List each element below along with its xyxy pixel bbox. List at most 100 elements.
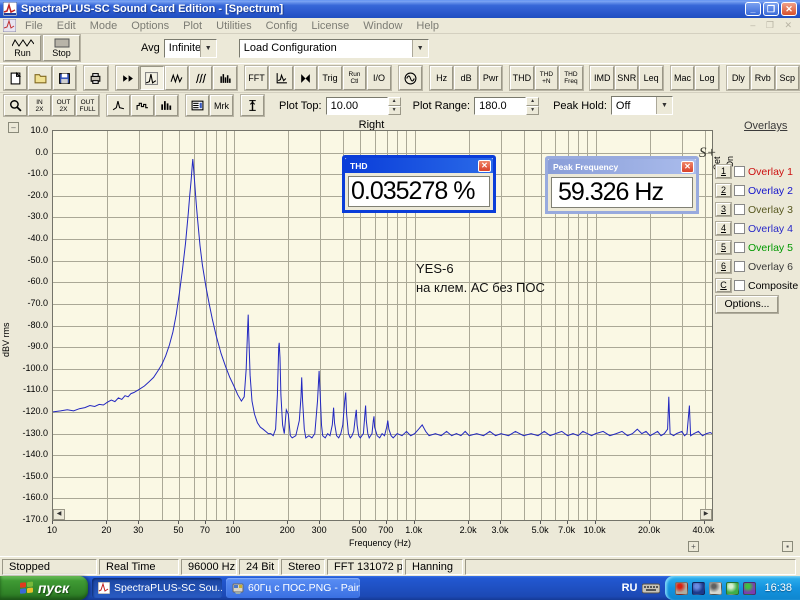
peak-hold-select[interactable]: Off ▼ (610, 96, 673, 115)
menu-window[interactable]: Window (356, 20, 409, 32)
spectrum-view-button[interactable] (138, 65, 165, 91)
generator-button[interactable] (397, 65, 424, 91)
list-view-button[interactable] (185, 94, 210, 117)
close-button[interactable]: ✕ (781, 2, 797, 16)
minimize-button[interactable]: _ (745, 2, 761, 16)
zoom-in-2x-button[interactable]: IN 2X (27, 94, 52, 117)
language-indicator[interactable]: RU (622, 582, 661, 594)
load-configuration-select[interactable]: Load Configuration ▼ (238, 38, 429, 58)
surface-view-button[interactable] (187, 65, 214, 91)
marker-button[interactable]: Mrk (209, 94, 234, 117)
print-button[interactable] (83, 65, 109, 91)
menu-mode[interactable]: Mode (83, 20, 125, 32)
db-button[interactable]: dB (453, 65, 479, 91)
delay-button[interactable]: Dly (725, 65, 752, 91)
new-button[interactable] (2, 65, 29, 91)
task-button-spectraplus[interactable]: SpectraPLUS-SC Sou... (92, 578, 222, 598)
chevron-down-icon: ▼ (655, 97, 672, 114)
thd-button[interactable]: THD (509, 65, 535, 91)
overlay-set-button-1[interactable]: 1 (715, 164, 732, 179)
menu-edit[interactable]: Edit (50, 20, 83, 32)
tray-scheduler-icon[interactable] (709, 581, 723, 595)
mdi-window-buttons[interactable]: – ❐ ✕ (750, 20, 796, 31)
overlay-set-button-5[interactable]: 5 (715, 240, 732, 255)
spectrogram-view-button[interactable] (212, 65, 238, 91)
overlay-set-button-4[interactable]: 4 (715, 221, 732, 236)
tray-antivirus-icon[interactable] (743, 581, 757, 595)
expand-plot-button[interactable]: + (688, 541, 699, 552)
start-button[interactable]: пуск (0, 576, 88, 600)
pan-left-button[interactable]: ◀ (53, 509, 65, 520)
menu-utilities[interactable]: Utilities (209, 20, 258, 32)
cursor-button[interactable] (240, 94, 265, 117)
peak-window-titlebar[interactable]: Peak Frequency ✕ (548, 159, 696, 174)
fft-settings-button[interactable]: FFT (243, 65, 270, 91)
io-button[interactable]: I/O (366, 65, 392, 91)
overlay-set-button-6[interactable]: 6 (715, 259, 732, 274)
y-tick-label: -140.0 (22, 449, 48, 460)
overlay-set-button-2[interactable]: 2 (715, 183, 732, 198)
imd-button[interactable]: IMD (589, 65, 615, 91)
open-button[interactable] (27, 65, 53, 91)
task-button-paint[interactable]: 60Гц с ПОС.PNG - Paint (226, 578, 360, 598)
overlay-on-checkbox-C[interactable] (734, 280, 745, 291)
tray-volume-muted-icon[interactable] (675, 581, 689, 595)
phase-view-button[interactable] (163, 65, 190, 91)
restore-button[interactable]: ❐ (763, 2, 779, 16)
snr-button[interactable]: SNR (613, 65, 640, 91)
run-button[interactable]: Run (3, 34, 42, 62)
overlay-on-checkbox-3[interactable] (734, 204, 745, 215)
zoom-out-full-button[interactable]: OUT FULL (75, 94, 100, 117)
annotation-line1: YES-6 (416, 261, 454, 276)
trigger-button-label: Trig (322, 73, 338, 83)
overlay-on-checkbox-1[interactable] (734, 166, 745, 177)
macro-button[interactable]: Mac (669, 65, 696, 91)
peak-close-button[interactable]: ✕ (681, 160, 694, 173)
calibration-button[interactable] (268, 65, 294, 91)
mixer-button[interactable] (292, 65, 319, 91)
overlays-options-button[interactable]: Options... (715, 295, 779, 314)
hz-button[interactable]: Hz (428, 65, 455, 91)
menu-plot[interactable]: Plot (176, 20, 209, 32)
menu-file[interactable]: File (18, 20, 50, 32)
overlay-set-button-C[interactable]: C (715, 278, 732, 293)
stop-button[interactable]: Stop (42, 34, 81, 62)
scope-button[interactable]: Scp (774, 65, 800, 91)
time-series-button[interactable] (114, 65, 141, 91)
menu-options[interactable]: Options (124, 20, 176, 32)
thd-window-titlebar[interactable]: THD ✕ (345, 158, 493, 173)
run-control-button[interactable]: Run Ctl (341, 65, 368, 91)
overlay-on-checkbox-4[interactable] (734, 223, 745, 234)
plot-top-spinner[interactable]: ▲ ▼ (387, 96, 401, 115)
overlay-on-checkbox-6[interactable] (734, 261, 745, 272)
peak-curve-button[interactable] (106, 94, 131, 117)
zoom-button[interactable] (3, 94, 28, 117)
overlay-on-checkbox-2[interactable] (734, 185, 745, 196)
thdn-button[interactable]: THD +N (533, 65, 560, 91)
plot-range-spinner[interactable]: ▲ ▼ (526, 96, 540, 115)
avg-select[interactable]: Infinite ▼ (163, 38, 217, 58)
overlays-header[interactable]: Overlays (744, 120, 800, 132)
thd-freq-button[interactable]: THD Freq (558, 65, 584, 91)
thd-close-button[interactable]: ✕ (478, 159, 491, 172)
menu-config[interactable]: Config (259, 20, 305, 32)
zoom-out-2x-button[interactable]: OUT 2X (51, 94, 76, 117)
bar-display-button[interactable] (154, 94, 179, 117)
plot-range-input[interactable] (474, 96, 527, 115)
overlay-on-checkbox-5[interactable] (734, 242, 745, 253)
trigger-button[interactable]: Trig (317, 65, 343, 91)
menu-license[interactable]: License (304, 20, 356, 32)
tray-network-icon[interactable] (692, 581, 706, 595)
pan-right-button[interactable]: ▶ (700, 509, 712, 520)
log-button[interactable]: Log (694, 65, 720, 91)
save-button[interactable] (51, 65, 78, 91)
collapse-plot-button[interactable]: ▪ (782, 541, 793, 552)
overlay-set-button-3[interactable]: 3 (715, 202, 732, 217)
power-button[interactable]: Pwr (477, 65, 504, 91)
step-curve-button[interactable] (130, 94, 155, 117)
leq-button[interactable]: Leq (638, 65, 664, 91)
menu-help[interactable]: Help (409, 20, 446, 32)
tray-update-icon[interactable] (726, 581, 740, 595)
reverb-button[interactable]: Rvb (750, 65, 776, 91)
plot-top-input[interactable] (325, 96, 388, 115)
